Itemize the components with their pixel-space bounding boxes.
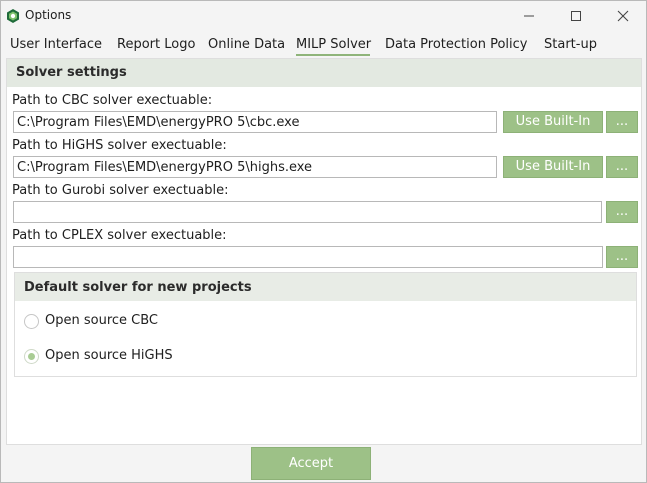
solver-settings-title: Solver settings	[16, 65, 127, 80]
title-bar: Options	[1, 1, 646, 31]
default-solver-header: Default solver for new projects	[15, 273, 636, 301]
cbc-path-label: Path to CBC solver exectuable:	[12, 93, 213, 108]
minimize-button[interactable]	[506, 1, 552, 31]
close-icon	[617, 10, 629, 22]
cbc-path-input[interactable]	[13, 111, 497, 133]
tab-milp-solver[interactable]: MILP Solver	[296, 37, 371, 52]
cplex-path-label: Path to CPLEX solver exectuable:	[12, 228, 227, 243]
radio-cbc[interactable]	[24, 314, 39, 329]
cbc-browse-button[interactable]: ...	[606, 111, 638, 133]
radio-highs[interactable]	[24, 349, 39, 364]
highs-path-input[interactable]	[13, 156, 497, 178]
maximize-icon	[571, 11, 581, 21]
gurobi-path-input[interactable]	[13, 201, 602, 223]
minimize-icon	[524, 15, 534, 17]
gurobi-path-label: Path to Gurobi solver exectuable:	[12, 183, 229, 198]
energypro-logo-icon	[5, 8, 21, 24]
window-title: Options	[25, 8, 72, 22]
gurobi-browse-button[interactable]: ...	[606, 201, 638, 223]
default-solver-group: Default solver for new projects Open sou…	[14, 272, 637, 377]
tab-data-protection-policy[interactable]: Data Protection Policy	[385, 37, 527, 52]
maximize-button[interactable]	[553, 1, 599, 31]
cplex-browse-button[interactable]: ...	[606, 246, 638, 268]
cplex-path-input[interactable]	[13, 246, 603, 268]
close-button[interactable]	[600, 1, 646, 31]
tab-start-up[interactable]: Start-up	[544, 37, 597, 52]
default-solver-title: Default solver for new projects	[24, 280, 252, 295]
tab-bar: User Interface Report Logo Online Data M…	[1, 35, 646, 57]
tab-report-logo[interactable]: Report Logo	[117, 37, 195, 52]
radio-cbc-label[interactable]: Open source CBC	[45, 313, 158, 328]
solver-settings-header: Solver settings	[7, 59, 641, 87]
tab-user-interface[interactable]: User Interface	[10, 37, 102, 52]
highs-use-builtin-button[interactable]: Use Built-In	[503, 156, 603, 178]
radio-highs-label[interactable]: Open source HiGHS	[45, 348, 173, 363]
milp-solver-panel: Solver settings Path to CBC solver exect…	[6, 58, 642, 445]
cbc-use-builtin-button[interactable]: Use Built-In	[503, 111, 603, 133]
tab-online-data[interactable]: Online Data	[208, 37, 285, 52]
options-window: Options User Interface Report Logo Onlin…	[0, 0, 647, 483]
highs-browse-button[interactable]: ...	[606, 156, 638, 178]
accept-button[interactable]: Accept	[251, 447, 371, 480]
highs-path-label: Path to HiGHS solver exectuable:	[12, 138, 227, 153]
active-tab-indicator	[296, 54, 370, 56]
